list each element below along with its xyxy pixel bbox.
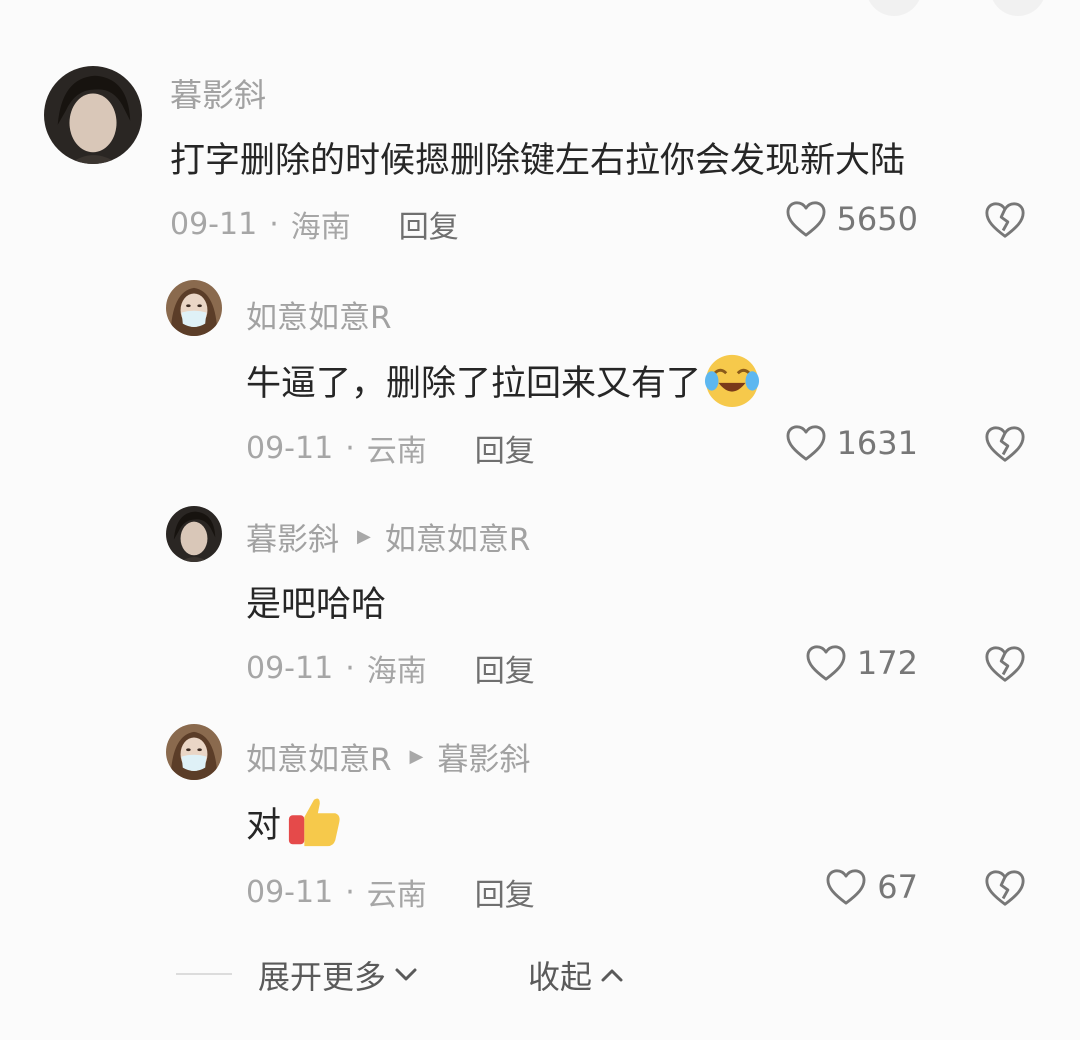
heart-icon xyxy=(786,201,826,237)
broken-heart-icon[interactable] xyxy=(984,868,1026,908)
comment-location: 云南 xyxy=(366,878,427,913)
like-button[interactable]: 5650 xyxy=(785,200,918,238)
comment-meta: 09-11 · 海南 回复 xyxy=(170,202,459,246)
broken-heart-icon[interactable] xyxy=(984,200,1026,240)
collapse-label: 收起 xyxy=(528,958,593,996)
comment-location: 海南 xyxy=(366,654,427,689)
expand-more-label: 展开更多 xyxy=(258,958,387,996)
meta-separator: · xyxy=(345,874,355,910)
comment-date: 09-11 xyxy=(170,206,258,242)
thumbs-up-emoji-icon xyxy=(288,798,340,847)
reply-arrow-icon: ▶ xyxy=(357,526,371,547)
dark-hair-avatar-icon xyxy=(44,66,142,164)
comment-text-row: 牛逼了，删除了拉回来又有了 xyxy=(246,352,761,408)
like-count: 5650 xyxy=(836,200,918,238)
crying-laughing-emoji-icon xyxy=(704,354,760,408)
avatar[interactable] xyxy=(44,66,142,164)
meta-separator: · xyxy=(345,650,355,686)
meta-separator: · xyxy=(345,430,355,466)
like-count: 67 xyxy=(877,868,918,906)
masked-girl-avatar-icon xyxy=(166,280,222,336)
reply-button[interactable]: 回复 xyxy=(475,426,535,470)
comment-text: 是吧哈哈 xyxy=(246,585,387,625)
footer-divider xyxy=(176,973,232,975)
dark-hair-avatar-icon xyxy=(166,506,222,562)
like-button[interactable]: 1631 xyxy=(785,424,918,462)
avatar[interactable] xyxy=(166,724,222,780)
comment-meta: 09-11 · 云南 回复 xyxy=(246,426,535,470)
masked-girl-avatar-icon xyxy=(166,724,222,780)
like-count: 172 xyxy=(856,644,918,682)
comment-text-row: 对 xyxy=(246,794,343,850)
reply-to-author[interactable]: 如意如意R xyxy=(385,514,531,559)
replies-footer: 展开更多 收起 xyxy=(0,948,1080,998)
top-action-circle-right[interactable] xyxy=(990,0,1046,16)
reply-button[interactable]: 回复 xyxy=(475,870,535,914)
comment-author-row: 暮影斜 ▶ 如意如意R xyxy=(246,514,530,559)
avatar[interactable] xyxy=(166,280,222,336)
heart-icon xyxy=(826,869,866,905)
heart-icon xyxy=(786,425,826,461)
comment-location: 云南 xyxy=(366,434,427,469)
broken-heart-icon[interactable] xyxy=(984,424,1026,464)
comment-author[interactable]: 如意如意R xyxy=(246,734,392,779)
comment-author-row: 如意如意R ▶ 暮影斜 xyxy=(246,734,530,779)
top-action-circle-left[interactable] xyxy=(866,0,922,16)
comment-author[interactable]: 如意如意R xyxy=(246,292,392,337)
meta-separator: · xyxy=(269,206,279,242)
comment-author[interactable]: 暮影斜 xyxy=(170,70,266,116)
broken-heart-icon[interactable] xyxy=(984,644,1026,684)
comment-meta: 09-11 · 云南 回复 xyxy=(246,870,535,914)
chevron-up-icon xyxy=(601,969,623,982)
reply-to-author[interactable]: 暮影斜 xyxy=(437,734,530,779)
comment-text: 对 xyxy=(246,805,282,846)
like-button[interactable]: 172 xyxy=(805,644,918,682)
avatar[interactable] xyxy=(166,506,222,562)
comment-location: 海南 xyxy=(290,210,351,245)
chevron-down-icon xyxy=(395,968,417,981)
comment-date: 09-11 xyxy=(246,430,334,466)
heart-icon xyxy=(806,645,846,681)
like-button[interactable]: 67 xyxy=(825,868,918,906)
comment-text: 打字删除的时候摁删除键左右拉你会发现新大陆 xyxy=(170,141,906,181)
like-count: 1631 xyxy=(836,424,918,462)
comment-date: 09-11 xyxy=(246,650,334,686)
comment-meta: 09-11 · 海南 回复 xyxy=(246,646,535,690)
expand-more-button[interactable]: 展开更多 xyxy=(258,952,418,998)
reply-button[interactable]: 回复 xyxy=(475,646,535,690)
reply-button[interactable]: 回复 xyxy=(399,202,459,246)
comment-text: 牛逼了，删除了拉回来又有了 xyxy=(246,363,702,404)
collapse-button[interactable]: 收起 xyxy=(528,952,624,998)
comment-author[interactable]: 暮影斜 xyxy=(246,514,339,559)
comment-date: 09-11 xyxy=(246,874,334,910)
reply-arrow-icon: ▶ xyxy=(409,746,424,767)
